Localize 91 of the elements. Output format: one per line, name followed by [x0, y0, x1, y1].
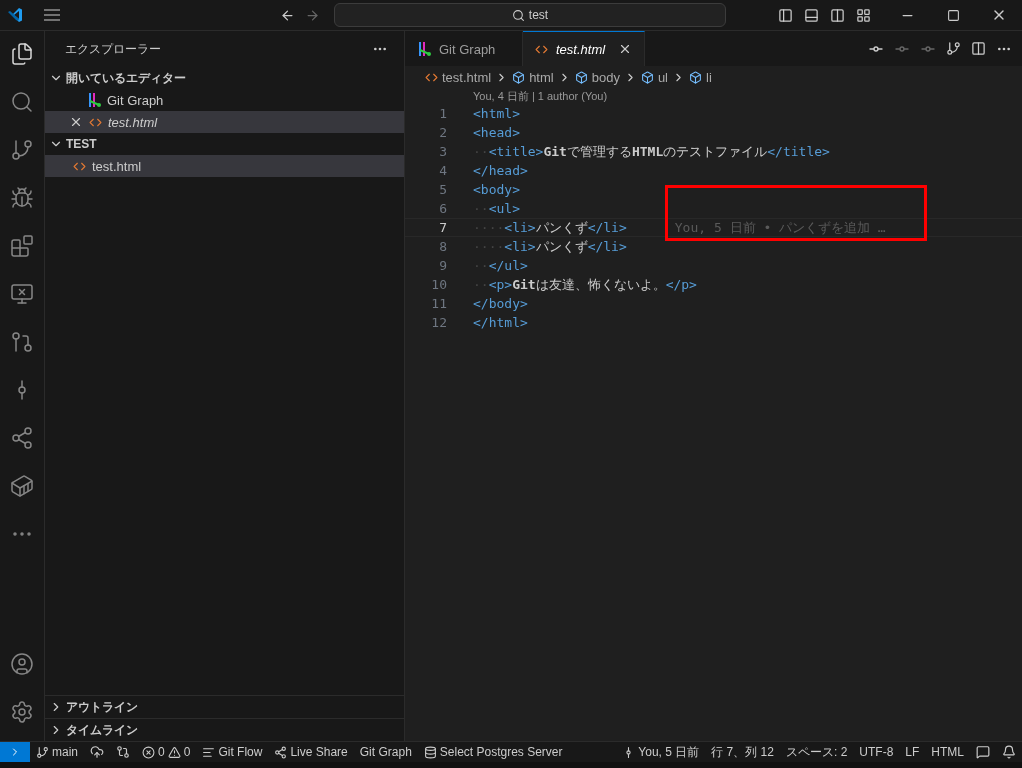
whitespace-dots: ···· [473, 220, 505, 235]
code-text: パンくず [535, 218, 588, 237]
git-graph-icon [417, 41, 431, 57]
line-number: 12 [430, 315, 447, 330]
file-item[interactable]: Git Graph [45, 89, 404, 111]
breadcrumb[interactable]: body [574, 69, 620, 85]
cube-icon [689, 70, 702, 84]
whitespace-dots: ·· [473, 277, 489, 292]
lines-icon [202, 745, 216, 759]
whitespace-dots: ···· [473, 239, 505, 254]
code-tag: </ul> [488, 258, 528, 273]
search-icon [511, 8, 525, 22]
code-tag: </head> [473, 163, 528, 178]
breadcrumb[interactable]: li [689, 69, 712, 85]
status-item[interactable]: HTML [925, 745, 970, 759]
cube-icon [640, 70, 654, 84]
line-number: 10 [430, 277, 447, 292]
whitespace-dots: ·· [473, 144, 489, 159]
code-tag: <html> [473, 106, 520, 121]
forward-icon[interactable] [305, 7, 320, 23]
code-tag: </body> [473, 296, 528, 311]
status-item[interactable]: UTF-8 [853, 745, 900, 759]
line-number: 5 [438, 182, 447, 197]
code-tag: <title> [488, 144, 544, 159]
postgres-status[interactable]: Select Postgres Server [417, 745, 569, 759]
section-title: タイムライン [66, 721, 138, 739]
sidebar-title: エクスプローラー [65, 40, 161, 58]
code-tag: <li> [504, 220, 536, 235]
code-text: パンくず [535, 237, 588, 256]
warning-icon [167, 745, 181, 759]
whitespace-dots: ·· [473, 258, 489, 273]
code-text: Gitで管理するHTMLのテストファイル [543, 142, 768, 161]
blame-status[interactable]: You, 5 日前 [616, 743, 706, 761]
code-tag: <head> [473, 125, 520, 140]
code-tag: </html> [473, 315, 528, 330]
error-icon [142, 745, 155, 759]
code-tag: </p> [665, 277, 697, 292]
section-header[interactable]: アウトライン [45, 695, 404, 718]
code-tag: </li> [587, 239, 627, 254]
breadcrumb[interactable]: html [512, 69, 554, 85]
cube-icon [512, 70, 526, 84]
file-item[interactable]: test.html [45, 111, 404, 133]
code-tag: <p> [488, 277, 513, 292]
editor-tab[interactable]: test.html [523, 31, 645, 66]
breadcrumb[interactable]: test.html [425, 69, 492, 85]
line-number: 1 [438, 106, 447, 121]
line-number: 4 [438, 163, 447, 178]
whitespace-dots: ·· [473, 201, 489, 216]
file-item[interactable]: test.html [45, 155, 404, 177]
git-flow-status[interactable]: Git Flow [196, 745, 269, 759]
branch-icon [36, 745, 49, 759]
line-number: 6 [438, 201, 447, 216]
file-name: test.html [92, 158, 142, 174]
code-tag: </title> [767, 144, 830, 159]
git-icon[interactable] [946, 41, 961, 56]
close-icon[interactable] [69, 115, 83, 129]
line-number: 7 [438, 220, 447, 235]
section-title: アウトライン [66, 698, 138, 716]
code-text: Gitは友達、怖くないよ。 [512, 275, 666, 294]
search-field[interactable]: test [334, 3, 726, 27]
code-tag: <ul> [488, 201, 520, 216]
breadcrumb[interactable]: ul [640, 69, 668, 85]
status-item[interactable]: Git Graph [353, 745, 418, 759]
line-number: 8 [438, 239, 447, 254]
back-icon[interactable] [280, 7, 295, 23]
status-item[interactable]: 行 7、列 12 [705, 743, 780, 761]
code-tag: <body> [473, 182, 520, 197]
section-title: TEST [66, 137, 97, 151]
section-title: 開いているエディター [66, 69, 186, 87]
code-tag: <li> [504, 239, 536, 254]
line-number: 11 [430, 296, 447, 311]
split-editor-icon[interactable] [971, 41, 986, 56]
status-item[interactable]: スペース: 2 [779, 743, 854, 761]
close-icon[interactable] [618, 42, 632, 56]
line-number: 3 [438, 144, 447, 159]
file-name: test.html [108, 114, 158, 130]
database-icon [423, 745, 437, 759]
section-header[interactable]: TEST [45, 133, 404, 155]
git-graph-icon [87, 92, 101, 108]
file-name: Git Graph [107, 92, 164, 108]
line-number: 2 [438, 125, 447, 140]
line-number: 9 [438, 258, 447, 273]
code-tag: </li> [587, 220, 627, 235]
section-header[interactable]: 開いているエディター [45, 67, 404, 89]
cube-icon [574, 70, 588, 84]
problems-status[interactable]: 0 0 [136, 745, 197, 759]
status-item[interactable]: LF [899, 745, 926, 759]
branch-status[interactable]: main [30, 745, 84, 759]
codelens[interactable]: You, 4 日前 | 1 author (You) [405, 88, 1022, 104]
share-icon [274, 745, 288, 759]
live-share-status[interactable]: Live Share [268, 745, 354, 759]
